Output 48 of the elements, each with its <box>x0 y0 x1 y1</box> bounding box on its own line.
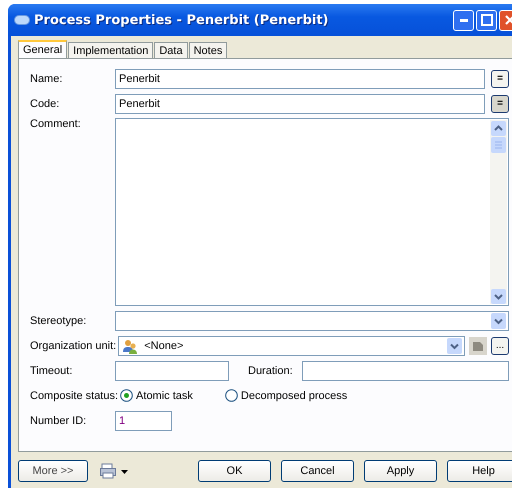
more-button[interactable]: More >> <box>18 460 88 482</box>
ellipsis-button[interactable]: ... <box>491 336 509 354</box>
field-label: Code: <box>30 98 60 110</box>
scrollbar[interactable] <box>490 120 507 304</box>
code-field[interactable]: Penerbit <box>115 94 485 114</box>
minimize-icon[interactable] <box>460 18 468 22</box>
scroll-thumb[interactable] <box>491 137 506 153</box>
window-title: Process Properties - Penerbit (Penerbit) <box>34 12 330 28</box>
number-id-field[interactable]: 1 <box>115 410 172 430</box>
timeout-field[interactable] <box>115 360 229 380</box>
field-label: Number ID: <box>30 414 88 426</box>
scroll-down-icon[interactable] <box>491 289 506 304</box>
tab[interactable]: Data <box>154 42 188 58</box>
organization-unit-dropdown[interactable]: <None> <box>118 336 465 356</box>
equals-button[interactable]: = <box>491 70 509 88</box>
dialog-button[interactable]: Help <box>447 460 512 482</box>
field-label: Duration: <box>248 364 294 376</box>
radio-button[interactable]: Atomic task <box>120 389 193 402</box>
scroll-up-icon[interactable] <box>491 121 506 136</box>
tab[interactable]: General <box>18 40 68 58</box>
field-label: Stereotype: <box>30 314 88 326</box>
properties-icon[interactable] <box>469 336 487 354</box>
close-icon[interactable] <box>504 15 512 25</box>
equals-button[interactable]: = <box>491 94 509 112</box>
name-field[interactable]: Penerbit <box>115 68 485 88</box>
field-label: Composite status: <box>30 390 120 402</box>
tab[interactable]: Notes <box>188 42 228 58</box>
printer-dropdown-icon[interactable] <box>100 463 130 479</box>
field-label: Name: <box>30 72 64 84</box>
dialog-button[interactable]: Apply <box>364 460 437 482</box>
tab[interactable]: Implementation <box>68 42 154 58</box>
dropdown-value: <None> <box>144 340 184 352</box>
field-label: Organization unit: <box>30 340 118 352</box>
dialog-button[interactable]: Cancel <box>281 460 354 482</box>
radio-circle-icon[interactable] <box>224 389 238 402</box>
radio-button[interactable]: Decomposed process <box>224 389 348 402</box>
comment-field[interactable] <box>115 118 509 306</box>
people-icon <box>122 338 138 354</box>
maximize-button[interactable] <box>476 10 497 30</box>
radio-circle-icon[interactable] <box>120 389 134 402</box>
dialog-button[interactable]: OK <box>198 460 271 482</box>
field-label: Comment: <box>30 118 82 130</box>
stereotype-dropdown[interactable] <box>115 310 509 330</box>
field-label: Timeout: <box>30 364 74 376</box>
maximize-icon[interactable] <box>480 14 492 26</box>
window-icon <box>14 15 30 25</box>
minimize-button[interactable] <box>453 10 474 30</box>
duration-field[interactable] <box>302 360 509 380</box>
